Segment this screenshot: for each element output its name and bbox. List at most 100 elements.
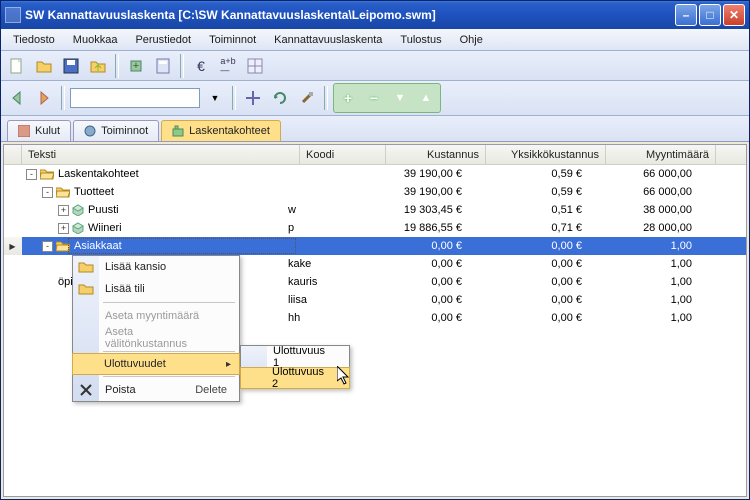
maximize-button[interactable]: □ [699,4,721,26]
cell-yksikkokustannus: 0,00 € [468,257,588,271]
menu-profitability[interactable]: Kannattavuuslaskenta [266,32,390,48]
tree-cell[interactable]: + Wiineri [4,221,282,235]
arrows-button[interactable] [241,86,265,110]
folder-open-icon [56,240,70,252]
col-yksikkokustannus[interactable]: Yksikkökustannus [486,145,606,164]
add-item-button[interactable]: + [124,54,148,78]
toolbar-main: + € a+b― [1,51,749,81]
menu-print[interactable]: Tulostus [392,32,449,48]
cell-koodi: p [282,221,368,235]
submenu-dim2[interactable]: Ulottuvuus 2 [240,367,350,389]
col-teksti[interactable]: Teksti [22,145,300,164]
open-file-button[interactable] [32,54,56,78]
tree-cell[interactable]: - Laskentakohteet [4,167,282,181]
quick-search-input[interactable] [70,88,200,108]
folder-up-button[interactable] [86,54,110,78]
cell-kustannus: 39 190,00 € [368,185,468,199]
tree-toggle[interactable]: + [58,223,69,234]
cell-kustannus: 19 303,45 € [368,203,468,217]
ctx-shortcut: Delete [195,384,227,396]
table-row[interactable]: -Tuotteet39 190,00 €0,59 €66 000,00 [4,183,746,201]
ctx-delete[interactable]: Poista Delete [73,379,239,401]
ratio-button[interactable]: a+b― [216,54,240,78]
menubar: Tiedosto Muokkaa Perustiedot Toiminnot K… [1,29,749,51]
cell-yksikkokustannus: 0,00 € [468,275,588,289]
tree-toggle[interactable]: - [42,187,53,198]
nav-next-button[interactable] [32,86,56,110]
ctx-label: Lisää kansio [105,261,166,273]
ctx-add-folder[interactable]: Lisää kansio [73,256,239,278]
menu-file[interactable]: Tiedosto [5,32,63,48]
cell-yksikkokustannus: 0,71 € [468,221,588,235]
tab-label: Laskentakohteet [189,125,270,137]
menu-actions[interactable]: Toiminnot [201,32,264,48]
close-button[interactable]: ✕ [723,4,745,26]
tab-laskentakohteet[interactable]: Laskentakohteet [161,120,281,141]
expenses-icon [18,125,30,137]
ctx-label: Aseta myyntimäärä [105,310,199,322]
tree-toggle[interactable]: - [42,241,53,252]
tree-cell[interactable]: -Asiakkaat [4,239,282,253]
calc-button[interactable] [151,54,175,78]
grid-button[interactable] [243,54,267,78]
move-up-button[interactable]: ▲ [414,86,438,110]
tab-label: Kulut [35,125,60,137]
ctx-set-cost: Aseta välitönkustannus [73,327,239,349]
context-menu-separator [103,351,235,352]
grid-header: Teksti Koodi Kustannus Yksikkökustannus … [4,145,746,165]
move-down-button[interactable]: ▼ [388,86,412,110]
cell-yksikkokustannus: 0,59 € [468,185,588,199]
actions-icon [84,125,96,137]
toolbar-separator [232,86,236,110]
col-koodi[interactable]: Koodi [300,145,386,164]
new-file-button[interactable] [5,54,29,78]
nav-back-button[interactable] [5,86,29,110]
minimize-button[interactable]: – [675,4,697,26]
cell-kustannus: 0,00 € [368,311,468,325]
row-label: Tuotteet [74,186,114,198]
table-row[interactable]: +Puustiw19 303,45 €0,51 €38 000,00 [4,201,746,219]
tree-toggle[interactable]: + [58,205,69,216]
row-label: Wiineri [88,222,122,234]
folder-icon [78,281,94,297]
cell-myyntimaara: 38 000,00 [588,203,698,217]
add-row-button[interactable]: + [336,86,360,110]
row-label: Laskentakohteet [58,168,139,180]
submenu-dim1[interactable]: Ulottuvuus 1 [241,346,349,368]
row-marker-active [4,237,22,255]
menu-edit[interactable]: Muokkaa [65,32,126,48]
col-kustannus[interactable]: Kustannus [386,145,486,164]
cell-kustannus: 19 886,55 € [368,221,468,235]
cell-myyntimaara: 1,00 [588,257,698,271]
settings-button[interactable] [295,86,319,110]
tab-toiminnot[interactable]: Toiminnot [73,120,159,141]
cell-kustannus: 0,00 € [368,239,468,253]
refresh-button[interactable] [268,86,292,110]
save-button[interactable] [59,54,83,78]
cell-kustannus: 0,00 € [368,275,468,289]
table-row[interactable]: -Laskentakohteet39 190,00 €0,59 €66 000,… [4,165,746,183]
cell-myyntimaara: 1,00 [588,293,698,307]
ctx-add-account[interactable]: Lisää tili [73,278,239,300]
cell-koodi [282,245,368,247]
tree-toggle[interactable]: - [26,169,37,180]
col-myyntimaara[interactable]: Myyntimäärä [606,145,716,164]
table-row[interactable]: -Asiakkaat0,00 €0,00 €1,00 [4,237,746,255]
tree-cell[interactable]: - Tuotteet [4,185,282,199]
row-label: Puusti [88,204,119,216]
tab-kulut[interactable]: Kulut [7,120,71,141]
ctx-dimensions[interactable]: Ulottuvuudet [72,353,240,375]
cube-icon [72,204,84,216]
menu-basic-data[interactable]: Perustiedot [127,32,199,48]
table-row[interactable]: +Wiinerip19 886,55 €0,71 €28 000,00 [4,219,746,237]
remove-row-button[interactable]: − [362,86,386,110]
cell-koodi [282,191,368,193]
cell-yksikkokustannus: 0,00 € [468,293,588,307]
context-menu-separator [103,376,235,377]
menu-help[interactable]: Ohje [452,32,491,48]
cell-koodi: liisa [282,293,368,307]
tree-cell[interactable]: + Puusti [4,203,282,217]
euro-button[interactable]: € [189,54,213,78]
row-marker-header [4,145,22,164]
dropdown-button[interactable]: ▼ [203,86,227,110]
